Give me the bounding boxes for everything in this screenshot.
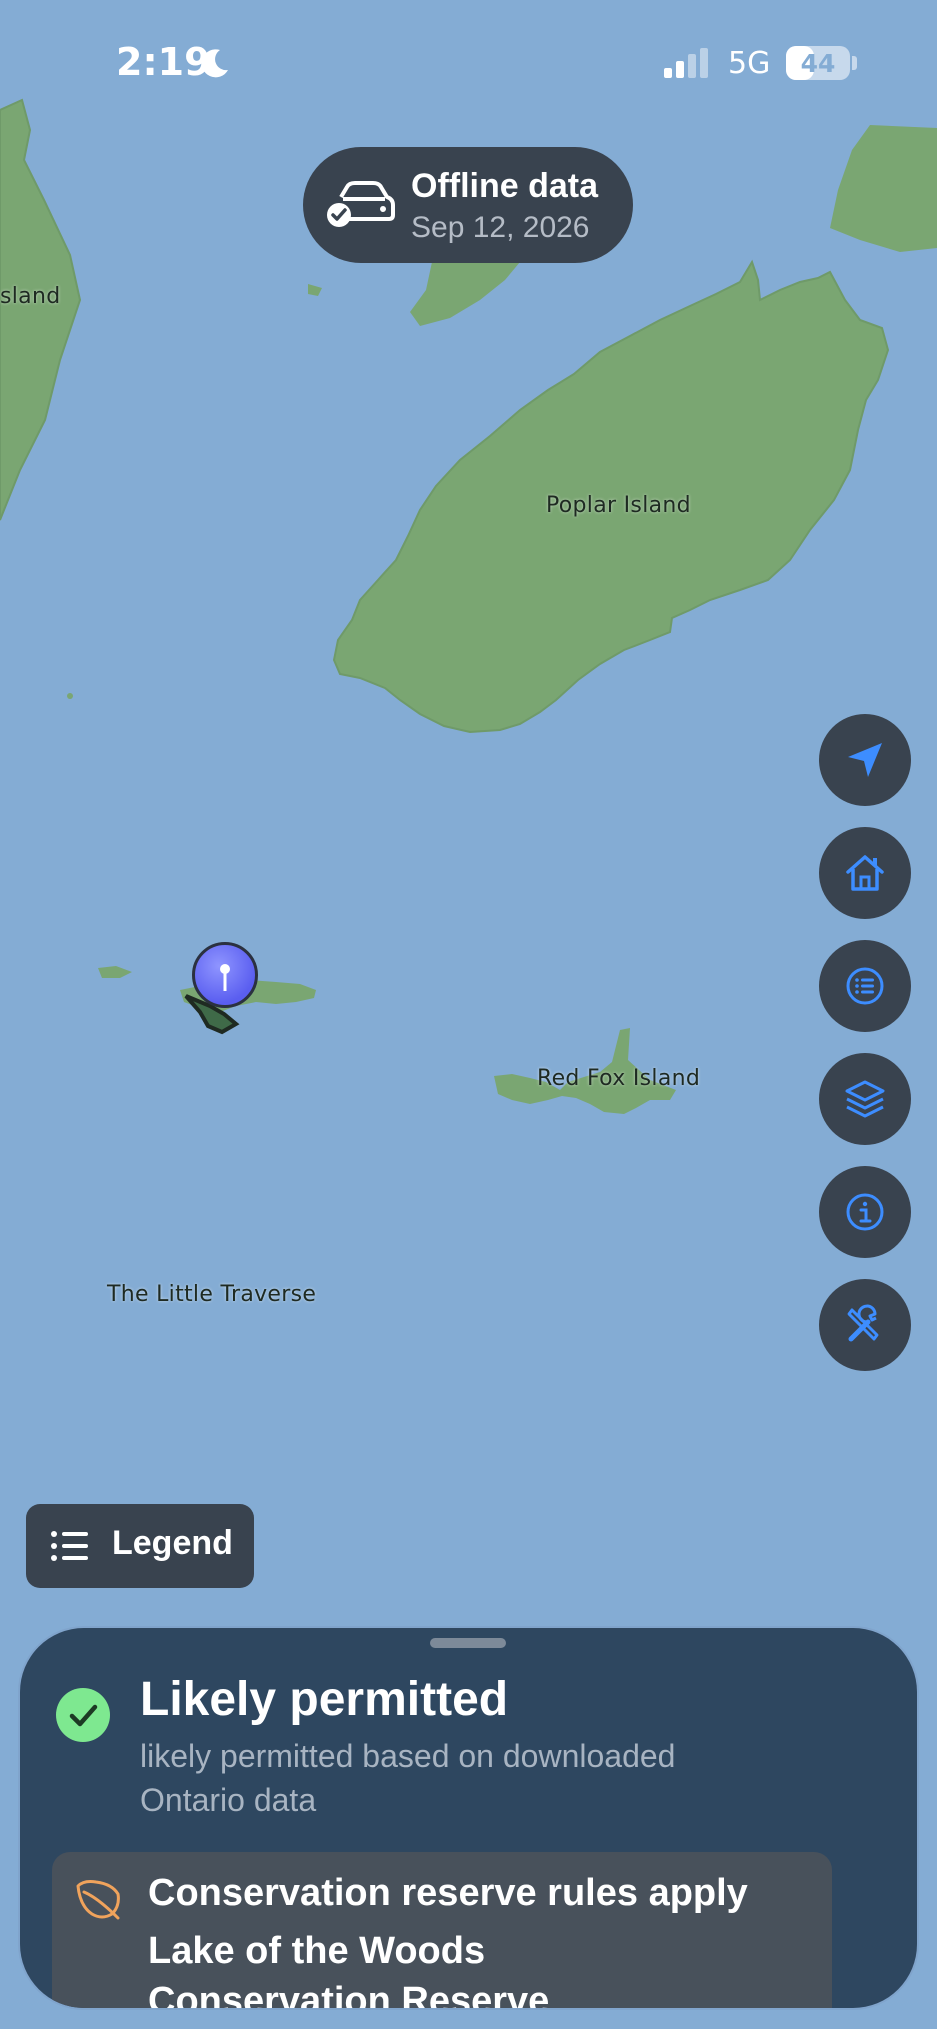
layers-button[interactable] [819,1053,911,1145]
battery-icon: 44 [786,46,850,80]
legend-label: Legend [112,1524,233,1562]
rule-title: Conservation reserve rules apply [148,1872,748,1914]
check-circle-icon [56,1688,110,1742]
layers-icon [845,1080,885,1118]
battery-level: 44 [800,49,836,78]
moon-icon [201,49,228,78]
car-check-icon [327,181,395,227]
list-icon [51,1531,88,1561]
signal-icon [664,48,708,78]
permission-status-description: likely permitted based on downloaded Ont… [140,1738,676,1818]
legend-button[interactable]: Legend [26,1504,254,1588]
home-button[interactable] [819,827,911,919]
offline-data-pill[interactable]: Offline data Sep 12, 2026 [303,147,633,263]
selected-location-pin[interactable] [192,942,258,1008]
battery-nub [852,56,857,70]
pin-icon [220,964,230,991]
location-arrow-icon [848,743,882,777]
map-label-left-island: sland [0,284,61,309]
list-circle-icon [846,967,884,1005]
locate-me-button[interactable] [819,714,911,806]
status-time: 2:19 [116,40,211,84]
map-label-red-fox-island: Red Fox Island [537,1066,701,1091]
network-type: 5G [728,46,771,81]
leaf-icon [76,1880,120,1920]
rule-card[interactable]: Conservation reserve rules apply Lake of… [52,1852,832,2008]
offline-title: Offline data [411,167,599,205]
map-label-poplar-island: Poplar Island [546,493,691,518]
info-icon [846,1193,884,1231]
rule-reserve-name: Lake of the Woods Conservation Reserve [148,1930,550,2008]
tools-icon [847,1304,879,1342]
home-icon [846,855,884,891]
map-label-little-traverse: The Little Traverse [107,1282,317,1307]
permission-status-title: Likely permitted [140,1673,509,1726]
list-view-button[interactable] [819,940,911,1032]
permission-sheet[interactable]: Likely permitted likely permitted based … [20,1628,917,2008]
tools-button[interactable] [819,1279,911,1371]
info-button[interactable] [819,1166,911,1258]
offline-date: Sep 12, 2026 [411,211,590,244]
sheet-grabber[interactable] [430,1638,506,1648]
